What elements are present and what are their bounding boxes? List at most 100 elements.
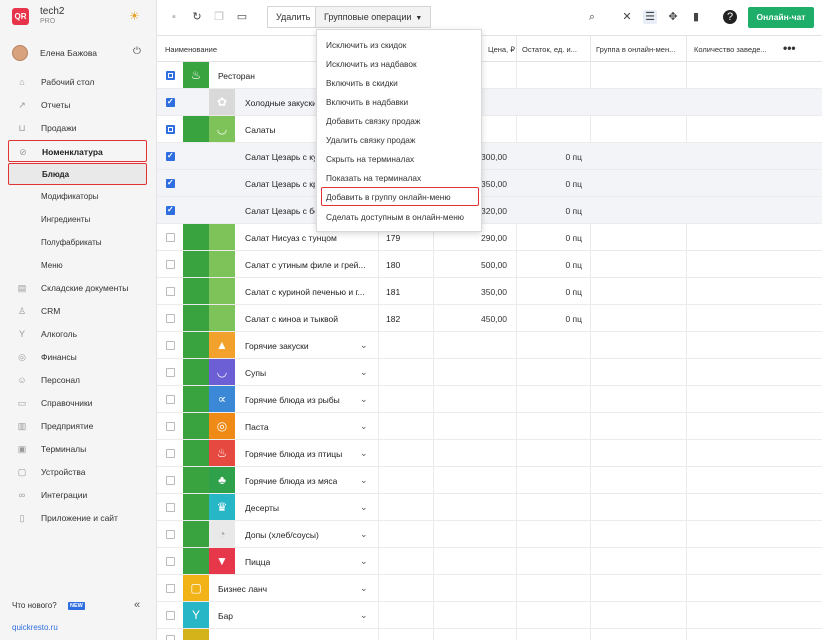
chevron-down-icon[interactable]: ⌄ [360, 502, 368, 513]
sidebar-item-staff[interactable]: ☺ Персонал [0, 369, 157, 391]
chevron-down-icon[interactable]: ⌄ [360, 583, 368, 594]
delete-button[interactable]: Удалить [267, 6, 320, 28]
row-checkbox[interactable] [166, 260, 175, 269]
online-chat-button[interactable]: Онлайн-чат [748, 7, 814, 28]
move-icon[interactable]: ✥ [666, 10, 680, 24]
menu-item-include-markups[interactable]: Включить в надбавки [326, 97, 408, 107]
chevron-down-icon[interactable]: ⌄ [360, 556, 368, 567]
row-checkbox[interactable] [166, 233, 175, 242]
sidebar-item-nomenclature[interactable]: ⊘ Номенклатура [8, 140, 147, 162]
table-row[interactable]: ◡ Супы ⌄ [157, 359, 822, 386]
menu-item-exclude-markups[interactable]: Исключить из надбавок [326, 59, 417, 69]
sidebar-item-reports[interactable]: ↗ Отчеты [0, 94, 157, 116]
menu-item-include-discounts[interactable]: Включить в скидки [326, 78, 398, 88]
chevron-down-icon[interactable]: ⌄ [360, 610, 368, 621]
theme-toggle-icon[interactable]: ☀ [129, 9, 140, 23]
menu-item-make-available-online[interactable]: Сделать доступным в онлайн-меню [326, 212, 464, 222]
row-checkbox[interactable] [166, 125, 175, 134]
collapse-sidebar-icon[interactable]: « [134, 599, 140, 611]
table-row[interactable]: Салат Цезарь с ку 300,00 0 пц [157, 143, 822, 170]
row-checkbox[interactable] [166, 97, 175, 107]
sidebar-item-directories[interactable]: ▭ Справочники [0, 392, 157, 414]
menu-item-exclude-discounts[interactable]: Исключить из скидок [326, 40, 406, 50]
chevron-down-icon[interactable]: ⌄ [360, 475, 368, 486]
group-operations-dropdown[interactable]: Групповые операции ▼ [315, 6, 432, 28]
row-checkbox[interactable] [166, 584, 175, 593]
site-link[interactable]: quickresto.ru [12, 623, 58, 632]
sidebar-item-modifiers[interactable]: Модификаторы [0, 186, 157, 208]
table-row[interactable]: Салат Нисуаз с тунцом 179 290,00 0 пц [157, 224, 822, 251]
sidebar-item-crm[interactable]: ♙ CRM [0, 300, 157, 322]
sidebar-item-finance[interactable]: ◎ Финансы [0, 346, 157, 368]
row-checkbox[interactable] [166, 395, 175, 404]
row-checkbox[interactable] [166, 422, 175, 431]
row-checkbox[interactable] [166, 635, 175, 640]
row-checkbox[interactable] [166, 341, 175, 350]
list-view-icon[interactable]: ☰ [643, 10, 657, 24]
logout-icon[interactable]: ⏻ [133, 46, 141, 57]
header-venues-count[interactable]: Количество заведе... [694, 45, 779, 54]
header-name[interactable]: Наименование [165, 45, 217, 54]
table-row[interactable]: ▢ Бизнес ланч ⌄ [157, 575, 822, 602]
copy-icon[interactable]: ❐ [212, 10, 226, 24]
table-row[interactable]: Салат Цезарь с кр 350,00 0 пц [157, 170, 822, 197]
chevron-down-icon[interactable]: ⌄ [360, 394, 368, 405]
table-row[interactable]: ✿ Холодные закуски [157, 89, 822, 116]
row-checkbox[interactable] [166, 449, 175, 458]
row-checkbox[interactable] [166, 151, 175, 161]
table-row[interactable]: Салат Цезарь с бе 320,00 0 пц [157, 197, 822, 224]
table-row[interactable]: ♨ Ресторан [157, 62, 822, 89]
menu-item-add-online-group[interactable]: Добавить в группу онлайн-меню [326, 192, 451, 202]
more-icon[interactable]: ••• [783, 41, 796, 55]
sidebar-item-ingredients[interactable]: Ингредиенты [0, 209, 157, 231]
row-checkbox[interactable] [166, 71, 175, 80]
chevron-down-icon[interactable]: ⌄ [360, 421, 368, 432]
sidebar-item-desktop[interactable]: ⌂ Рабочий стол [0, 71, 157, 93]
table-row[interactable] [157, 629, 822, 640]
table-row[interactable]: Салат с утиным филе и грей... 180 500,00… [157, 251, 822, 278]
table-row[interactable]: ▲ Горячие закуски ⌄ [157, 332, 822, 359]
import-icon[interactable]: ▭ [235, 10, 249, 24]
user-name[interactable]: Елена Бажова [40, 48, 97, 58]
sidebar-item-semifinished[interactable]: Полуфабрикаты [0, 232, 157, 254]
save-icon[interactable]: ▪ [167, 10, 181, 24]
row-checkbox[interactable] [166, 503, 175, 512]
sidebar-item-menu[interactable]: Меню [0, 255, 157, 277]
table-row[interactable]: ♨ Горячие блюда из птицы ⌄ [157, 440, 822, 467]
help-icon[interactable]: ? [723, 10, 737, 24]
sidebar-item-terminals[interactable]: ▣ Терминалы [0, 438, 157, 460]
search-icon[interactable]: ⌕ [585, 10, 599, 24]
menu-item-add-sales-link[interactable]: Добавить связку продаж [326, 116, 420, 126]
table-row[interactable]: Y Бар ⌄ [157, 602, 822, 629]
avatar[interactable] [12, 45, 28, 61]
chevron-down-icon[interactable]: ⌄ [360, 340, 368, 351]
header-stock[interactable]: Остаток, ед. и... [522, 45, 586, 54]
chevron-down-icon[interactable]: ⌄ [360, 448, 368, 459]
row-checkbox[interactable] [166, 205, 175, 215]
row-checkbox[interactable] [166, 178, 175, 188]
chevron-down-icon[interactable]: ⌄ [360, 367, 368, 378]
sidebar-item-warehouse[interactable]: ▤ Складские документы [0, 277, 157, 299]
trash-icon[interactable]: ▮ [689, 10, 703, 24]
sidebar-item-integrations[interactable]: ∞ Интеграции [0, 484, 157, 506]
table-row[interactable]: ∝ Горячие блюда из рыбы ⌄ [157, 386, 822, 413]
row-checkbox[interactable] [166, 314, 175, 323]
menu-item-show-terminals[interactable]: Показать на терминалах [326, 173, 421, 183]
row-checkbox[interactable] [166, 557, 175, 566]
row-checkbox[interactable] [166, 287, 175, 296]
table-row[interactable]: ▼ Пицца ⌄ [157, 548, 822, 575]
row-checkbox[interactable] [166, 530, 175, 539]
table-row[interactable]: ◡ Салаты [157, 116, 822, 143]
chevron-down-icon[interactable]: ⌄ [360, 529, 368, 540]
sidebar-item-dishes[interactable]: Блюда [8, 163, 147, 185]
whats-new-link[interactable]: Что нового? [12, 601, 57, 610]
row-checkbox[interactable] [166, 368, 175, 377]
table-row[interactable]: Салат с куриной печенью и г... 181 350,0… [157, 278, 822, 305]
menu-item-remove-sales-link[interactable]: Удалить связку продаж [326, 135, 415, 145]
row-checkbox[interactable] [166, 611, 175, 620]
sidebar-item-enterprise[interactable]: ▥ Предприятие [0, 415, 157, 437]
sidebar-item-devices[interactable]: ▢ Устройства [0, 461, 157, 483]
table-row[interactable]: ♣ Горячие блюда из мяса ⌄ [157, 467, 822, 494]
table-row[interactable]: ◎ Паста ⌄ [157, 413, 822, 440]
sidebar-item-app[interactable]: ▯ Приложение и сайт [0, 507, 157, 529]
